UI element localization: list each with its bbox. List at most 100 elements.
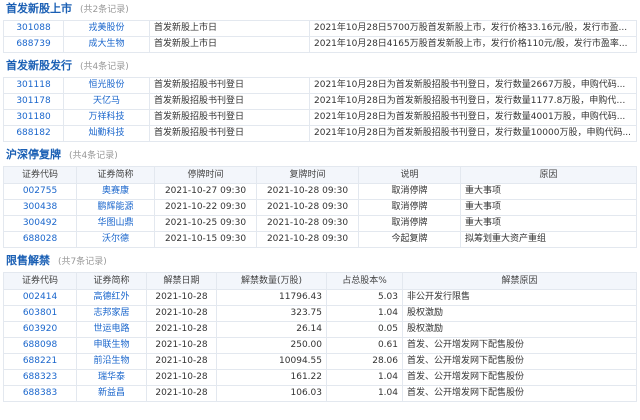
listing-count: (共2条记录) [80,5,129,15]
halt-note: 取消停牌 [358,199,461,216]
event-description: 2021年10月28日5700万股首发新股上市，发行价格33.16元/股，发行市… [309,20,637,37]
listing-section-title: 首发新股上市 (共2条记录) [0,0,640,20]
stock-name-link[interactable]: 天亿马 [93,96,120,106]
unlock-date: 2021-10-28 [146,353,217,370]
stock-code-link[interactable]: 603801 [23,308,57,318]
stock-code-link[interactable]: 688028 [23,234,57,244]
halt-note: 今起复牌 [358,231,461,248]
unlock-section-title: 限售解禁 (共7条记录) [0,252,640,272]
stock-code-link[interactable]: 603920 [23,324,57,334]
unlock-reason: 股权激励 [402,321,637,338]
halt-time: 2021-10-25 09:30 [154,215,257,232]
listing-table: 301088 戎美股份 首发新股上市日 2021年10月28日5700万股首发新股上市… [3,20,637,53]
halt-time: 2021-10-27 09:30 [154,183,257,200]
unlock-percent: 5.03 [326,289,403,306]
stock-code-link[interactable]: 688383 [23,388,57,398]
event-type: 首发新股招股书刊登日 [149,109,310,126]
stock-name-link[interactable]: 灿勤科技 [88,128,124,138]
stock-name-link[interactable]: 高德红外 [93,292,129,302]
stock-code-link[interactable]: 301088 [16,23,50,33]
unlock-percent: 1.04 [326,305,403,322]
unlock-quantity: 26.14 [216,321,327,338]
unlock-percent: 1.04 [326,369,403,386]
unlock-date: 2021-10-28 [146,321,217,338]
stock-code-link[interactable]: 002755 [23,186,57,196]
stock-code-link[interactable]: 688221 [23,356,57,366]
unlock-quantity: 11796.43 [216,289,327,306]
suspension-section-title: 沪深停复牌 (共4条记录) [0,146,640,166]
column-header: 证券代码 [3,166,77,184]
table-row: 300492 华图山鼎 2021-10-25 09:30 2021-10-28 09:… [3,215,637,232]
stock-code-link[interactable]: 300492 [23,218,57,228]
table-row: 301180 万祥科技 首发新股招股书刊登日 2021年10月28日为首发新股招股书刊… [3,109,637,126]
issuance-count: (共4条记录) [80,62,129,72]
unlock-percent: 28.06 [326,353,403,370]
halt-reason: 重大事项 [460,199,637,216]
unlock-reason: 首发、公开增发网下配售股份 [402,369,637,386]
stock-name-link[interactable]: 恒光股份 [88,80,124,90]
stock-name-link[interactable]: 瑞华泰 [98,372,125,382]
stock-name-link[interactable]: 申联生物 [93,340,129,350]
unlock-title: 限售解禁 [6,254,50,267]
event-type: 首发新股上市日 [149,20,310,37]
stock-name-link[interactable]: 戎美股份 [88,23,124,33]
table-row: 603801 志邦家居 2021-10-28 323.75 1.04 股权激励 [3,305,637,322]
unlock-date: 2021-10-28 [146,305,217,322]
resume-time: 2021-10-28 09:30 [256,215,359,232]
stock-name-link[interactable]: 前沿生物 [93,356,129,366]
event-description: 2021年10月28日为首发新股招股书刊登日，发行数量4001万股，申购代码..… [309,109,637,126]
stock-name-link[interactable]: 成大生物 [88,39,124,49]
unlock-reason: 首发、公开增发网下配售股份 [402,353,637,370]
table-row: 300438 鹏辉能源 2021-10-22 09:30 2021-10-28 09:… [3,199,637,216]
stock-code-link[interactable]: 002414 [23,292,57,302]
table-row: 688182 灿勤科技 首发新股招股书刊登日 2021年10月28日为首发新股招股书刊… [3,125,637,142]
stock-name-link[interactable]: 沃尔德 [102,234,129,244]
event-description: 2021年10月28日4165万股首发新股上市，发行价格110元/股，发行市盈率… [309,36,637,53]
stock-code-link[interactable]: 688182 [16,128,50,138]
table-row: 688383 新益昌 2021-10-28 106.03 1.04 首发、公开增发网下配售… [3,385,637,402]
issuance-title: 首发新股发行 [6,59,72,72]
column-header: 原因 [460,166,637,184]
table-row: 688739 成大生物 首发新股上市日 2021年10月28日4165万股首发新股上市… [3,36,637,53]
stock-code-link[interactable]: 688098 [23,340,57,350]
stock-code-link[interactable]: 301118 [16,80,50,90]
unlock-quantity: 10094.55 [216,353,327,370]
unlock-percent: 0.61 [326,337,403,354]
resume-time: 2021-10-28 09:30 [256,199,359,216]
stock-name-link[interactable]: 万祥科技 [88,112,124,122]
stock-name-link[interactable]: 鹏辉能源 [97,202,133,212]
table-row: 301118 恒光股份 首发新股招股书刊登日 2021年10月28日为首发新股招股书刊… [3,77,637,94]
unlock-reason: 非公开发行限售 [402,289,637,306]
stock-name-link[interactable]: 华图山鼎 [97,218,133,228]
halt-note: 取消停牌 [358,215,461,232]
table-row: 688323 瑞华泰 2021-10-28 161.22 1.04 首发、公开增发网下配售… [3,369,637,386]
stock-code-link[interactable]: 688739 [16,39,50,49]
suspension-title: 沪深停复牌 [6,148,61,161]
event-description: 2021年10月28日为首发新股招股书刊登日，发行数量10000万股，申购代码.… [309,125,637,142]
stock-code-link[interactable]: 301178 [16,96,50,106]
table-row: 002414 高德红外 2021-10-28 11796.43 5.03 非公开发行限售 [3,289,637,306]
stock-name-link[interactable]: 新益昌 [98,388,125,398]
column-header: 停牌时间 [154,166,257,184]
resume-time: 2021-10-28 09:30 [256,183,359,200]
event-type: 首发新股招股书刊登日 [149,93,310,110]
table-row: 688221 前沿生物 2021-10-28 10094.55 28.06 首发、公开增发… [3,353,637,370]
stock-code-link[interactable]: 300438 [23,202,57,212]
halt-note: 取消停牌 [358,183,461,200]
event-description: 2021年10月28日为首发新股招股书刊登日，发行数量1177.8万股，申购代码… [309,93,637,110]
table-row: 301178 天亿马 首发新股招股书刊登日 2021年10月28日为首发新股招股书刊登… [3,93,637,110]
column-header: 证券代码 [3,272,77,290]
halt-reason: 拟筹划重大资产重组 [460,231,637,248]
unlock-quantity: 323.75 [216,305,327,322]
stock-code-link[interactable]: 301180 [16,112,50,122]
unlock-reason: 首发、公开增发网下配售股份 [402,385,637,402]
issuance-section-title: 首发新股发行 (共4条记录) [0,57,640,77]
unlock-reason: 首发、公开增发网下配售股份 [402,337,637,354]
halt-reason: 重大事项 [460,183,637,200]
issuance-table: 301118 恒光股份 首发新股招股书刊登日 2021年10月28日为首发新股招股书刊… [3,77,637,142]
stock-code-link[interactable]: 688323 [23,372,57,382]
stock-name-link[interactable]: 奥赛康 [102,186,129,196]
stock-name-link[interactable]: 志邦家居 [93,308,129,318]
unlock-date: 2021-10-28 [146,337,217,354]
stock-name-link[interactable]: 世运电路 [93,324,129,334]
